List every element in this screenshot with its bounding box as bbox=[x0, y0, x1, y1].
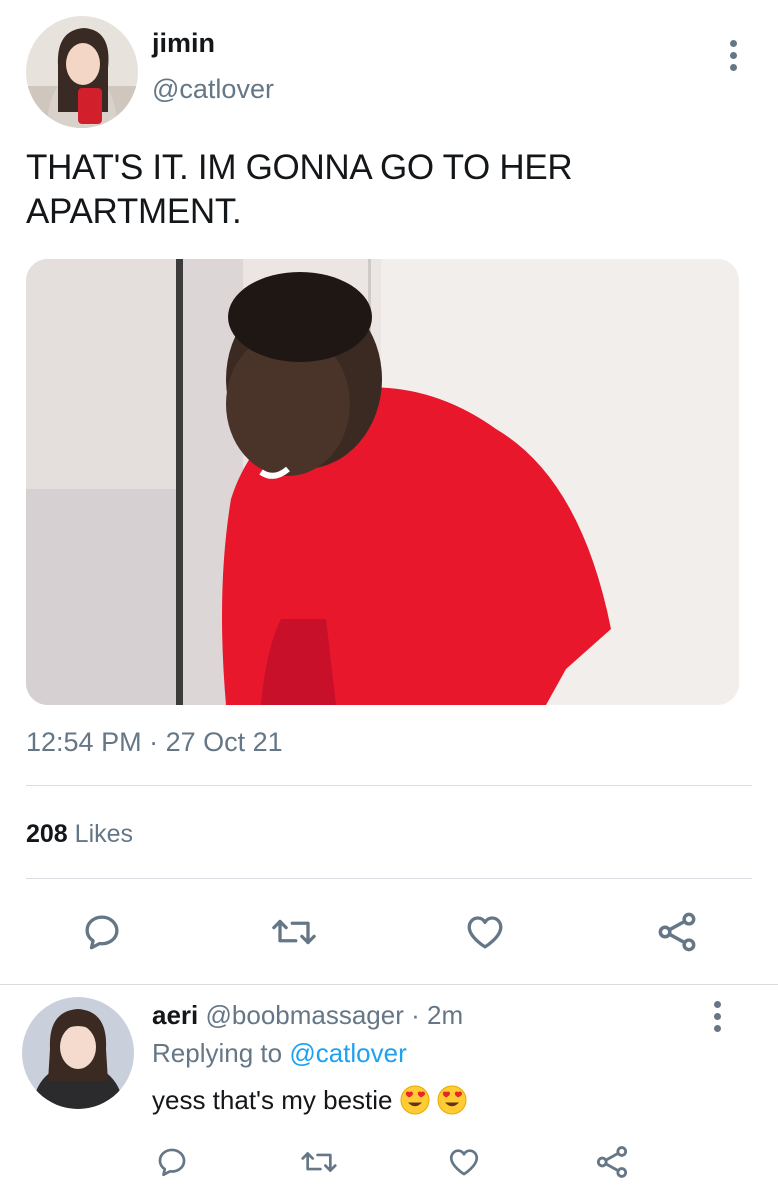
reply-separator: · bbox=[411, 1000, 420, 1030]
tweet-date: 27 Oct 21 bbox=[165, 727, 283, 757]
share-icon bbox=[658, 912, 696, 952]
reply-time: 2m bbox=[427, 1000, 464, 1030]
reply-text: yess that's my bestie bbox=[152, 1085, 393, 1115]
reply-retweet-button[interactable] bbox=[298, 1142, 340, 1182]
reply-author-name[interactable]: aeri bbox=[152, 1000, 198, 1030]
retweet-icon bbox=[272, 919, 316, 945]
reply-icon bbox=[85, 915, 119, 950]
like-icon bbox=[467, 916, 503, 949]
reply-author-handle[interactable]: @boobmassager bbox=[206, 1000, 404, 1030]
tweet-image[interactable] bbox=[26, 259, 739, 705]
share-button[interactable] bbox=[652, 908, 702, 956]
reply-button[interactable] bbox=[78, 908, 126, 956]
author-avatar[interactable] bbox=[26, 16, 138, 128]
retweet-icon bbox=[301, 1152, 337, 1172]
share-icon bbox=[596, 1146, 628, 1178]
replying-to: Replying to @catlover bbox=[152, 1038, 407, 1069]
heart-eyes-emoji bbox=[400, 1085, 430, 1115]
heart-eyes-emoji bbox=[437, 1085, 467, 1115]
likes-stat[interactable]: 208 Likes bbox=[26, 820, 133, 849]
author-handle[interactable]: @catlover bbox=[152, 74, 274, 105]
likes-count: 208 bbox=[26, 820, 68, 848]
author-name[interactable]: jimin bbox=[152, 28, 215, 59]
more-options-icon[interactable] bbox=[724, 40, 742, 74]
divider bbox=[26, 785, 752, 786]
reply-share-button[interactable] bbox=[592, 1142, 632, 1182]
reply-more-options-icon[interactable] bbox=[708, 1001, 726, 1035]
reply-author-avatar[interactable] bbox=[22, 997, 134, 1109]
reply-reply-button[interactable] bbox=[152, 1142, 192, 1182]
tweet-timestamp: 12:54 PM · 27 Oct 21 bbox=[26, 727, 283, 758]
divider bbox=[0, 984, 778, 985]
divider bbox=[26, 878, 752, 879]
reply-header: aeri @boobmassager · 2m bbox=[152, 1000, 463, 1031]
replying-to-handle[interactable]: @catlover bbox=[289, 1038, 406, 1068]
retweet-button[interactable] bbox=[268, 908, 320, 956]
replying-to-prefix: Replying to bbox=[152, 1038, 283, 1068]
tweet-text: THAT'S IT. IM GONNA GO TO HER APARTMENT. bbox=[26, 148, 573, 231]
like-icon bbox=[449, 1149, 479, 1176]
likes-label: Likes bbox=[74, 820, 134, 848]
tweet-time: 12:54 PM bbox=[26, 727, 142, 757]
reply-like-button[interactable] bbox=[444, 1142, 484, 1182]
reply-icon bbox=[158, 1148, 186, 1177]
timestamp-separator: · bbox=[149, 727, 159, 757]
like-button[interactable] bbox=[461, 908, 509, 956]
reply-body: yess that's my bestie bbox=[152, 1085, 467, 1116]
